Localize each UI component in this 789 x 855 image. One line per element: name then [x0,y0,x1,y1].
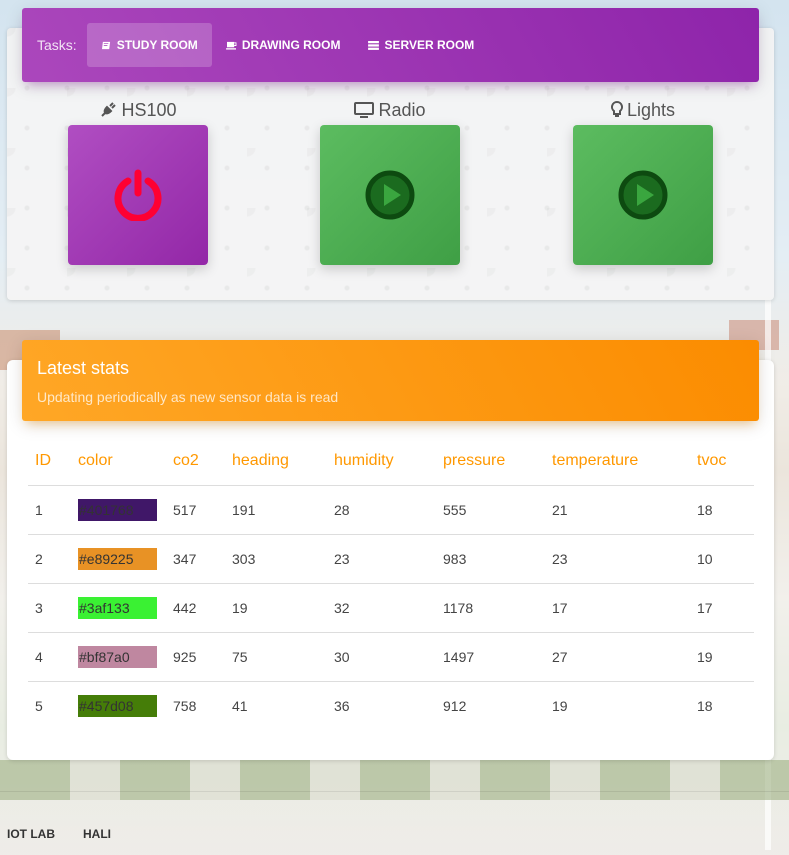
tab-label: STUDY ROOM [116,38,198,52]
footer: IOT LAB HALI [7,827,111,841]
book-icon [101,41,110,49]
color-swatch: #e89225 [78,547,157,570]
stats-table: ID color co2 heading humidity pressure t… [28,437,754,730]
cell-heading: 19 [225,583,327,633]
cell-co2: 347 [166,534,225,584]
cell-co2: 517 [166,485,225,535]
stats-header: Latest stats Updating periodically as ne… [22,340,759,421]
coffee-icon [225,41,237,50]
cell-tvoc: 18 [690,485,754,535]
cell-heading: 75 [225,632,327,682]
table-header-row: ID color co2 heading humidity pressure t… [28,437,754,486]
background-hedges [0,760,789,800]
cell-id: 5 [35,697,43,714]
column-header-heading: heading [225,437,327,486]
cell-color: #e89225 [71,534,166,584]
cell-pressure: 912 [443,697,467,714]
tab-label: SERVER ROOM [384,38,475,52]
device-name: Radio [378,99,426,120]
column-header-color: color [71,437,166,486]
cell-humidity: 36 [334,697,350,714]
device-name: Lights [626,99,676,120]
cell-pressure: 1178 [436,583,545,633]
color-swatch: #bf87a0 [78,645,157,668]
tab-server-room[interactable]: SERVER ROOM [354,23,488,67]
column-header-pressure: pressure [436,437,545,486]
cell-humidity: 32 [327,583,436,633]
cell-color: #3af133 [71,583,166,633]
cell-pressure: 555 [436,485,545,535]
footer-link-hali[interactable]: HALI [83,827,111,841]
column-header-tvoc: tvoc [690,437,754,486]
table-row: 1 #401768 517 191 28 555 21 18 [28,485,754,535]
tab-label: DRAWING ROOM [241,38,341,52]
device-title: Radio [320,98,460,122]
color-swatch: #3af133 [78,596,157,619]
table-row: 2 #e89225 347 303 23 983 23 10 [28,534,754,584]
cell-temperature: 27 [545,632,690,682]
cell-humidity: 28 [327,485,436,535]
cell-humidity: 30 [327,632,436,682]
lights-play-button[interactable] [573,125,713,265]
footer-link-iot-lab[interactable]: IOT LAB [7,827,55,841]
play-icon [618,170,668,220]
device-title: HS100 [68,98,208,122]
server-icon [368,40,380,50]
color-swatch: #401768 [78,498,157,521]
tab-drawing-room[interactable]: DRAWING ROOM [212,23,355,67]
cell-tvoc: 17 [690,583,754,633]
tab-study-room[interactable]: STUDY ROOM [86,23,212,67]
cell-tvoc: 10 [690,534,754,584]
device-hs100: HS100 [68,98,208,265]
cell-co2: 925 [166,632,225,682]
cell-color: #457d08 [71,681,166,730]
cell-heading: 303 [225,534,327,584]
cell-color: #401768 [71,485,166,535]
cell-temperature: 21 [545,485,690,535]
cell-co2: 758 [173,697,197,714]
cell-id: 3 [28,583,71,633]
cell-id: 4 [28,632,71,682]
column-header-temperature: temperature [545,437,690,486]
cell-id: 2 [28,534,71,584]
cell-tvoc: 19 [690,632,754,682]
cell-pressure: 1497 [436,632,545,682]
cell-color: #bf87a0 [71,632,166,682]
device-title: Lights [573,98,713,122]
device-name: HS100 [121,99,177,120]
radio-play-button[interactable] [320,125,460,265]
column-header-id: ID [28,437,71,486]
plug-icon [101,102,117,117]
cell-tvoc: 18 [697,697,713,714]
cell-temperature: 23 [545,534,690,584]
table-row: 3 #3af133 442 19 32 1178 17 17 [28,583,754,633]
hs100-power-button[interactable] [68,125,208,265]
tasks-label: Tasks: [37,37,77,53]
cell-id: 1 [28,485,71,535]
stats-subtitle: Updating periodically as new sensor data… [37,389,339,405]
table-row: 5 #457d08 758 41 36 912 19 18 [28,681,754,730]
cell-temperature: 17 [545,583,690,633]
play-icon [365,170,415,220]
cell-pressure: 983 [436,534,545,584]
power-icon [114,169,162,221]
cell-co2: 442 [166,583,225,633]
table-row: 4 #bf87a0 925 75 30 1497 27 19 [28,632,754,682]
color-swatch: #457d08 [78,694,157,717]
cell-humidity: 23 [327,534,436,584]
cell-heading: 191 [225,485,327,535]
cell-temperature: 19 [552,697,568,714]
monitor-icon [354,101,375,118]
column-header-humidity: humidity [327,437,436,486]
device-radio: Radio [320,98,460,265]
device-lights: Lights [573,98,713,265]
cell-heading: 41 [232,697,248,714]
lightbulb-icon [611,101,623,117]
footer-divider [0,791,789,792]
column-header-co2: co2 [166,437,225,486]
tasks-header: Tasks: STUDY ROOM DRAWING ROOM SERVER RO… [22,8,759,82]
stats-title: Latest stats [37,358,130,378]
